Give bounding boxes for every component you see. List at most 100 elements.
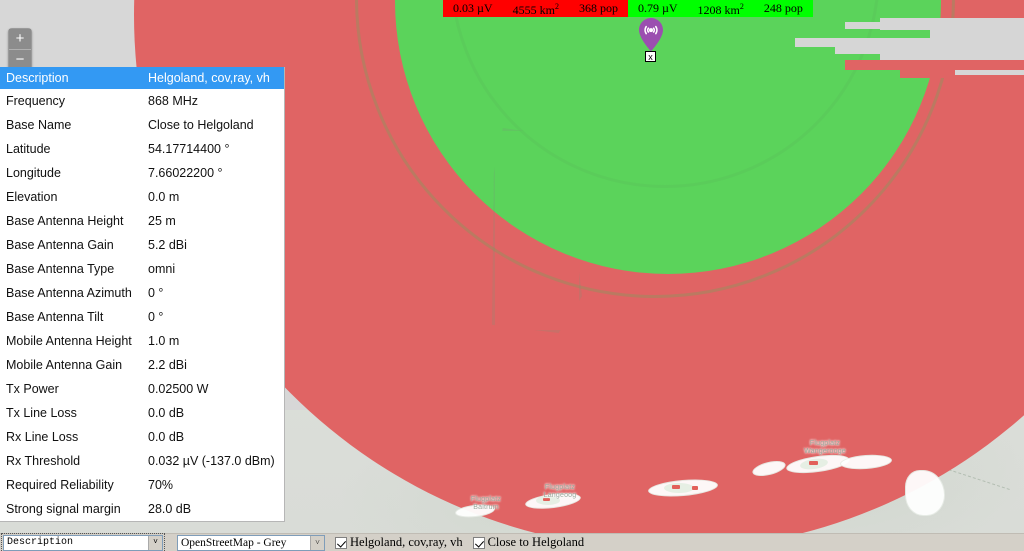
- legend-green-area: 1208 km2: [697, 2, 744, 17]
- map-island: [905, 470, 945, 516]
- site-info-key: Strong signal margin: [6, 502, 121, 516]
- map-airstrip-marker: [692, 486, 698, 490]
- site-info-value: 7.66022200 °: [148, 166, 223, 180]
- site-info-value: 0 °: [148, 310, 164, 324]
- site-info-row: Elevation 0.0 m: [0, 185, 284, 209]
- site-info-value: 0.0 dB: [148, 430, 185, 444]
- site-info-value: 0.0 m: [148, 190, 180, 204]
- site-info-row: Rx Threshold 0.032 µV (-137.0 dBm): [0, 449, 284, 473]
- layer-toggle-coverage-label: Helgoland, cov,ray, vh: [350, 535, 463, 549]
- site-info-key: Tx Line Loss: [6, 406, 77, 420]
- checkbox-icon[interactable]: [472, 536, 485, 549]
- site-info-row: Base Antenna Gain 5.2 dBi: [0, 233, 284, 257]
- legend-red-population: 368 pop: [578, 1, 618, 15]
- coverage-edge-step: [845, 22, 885, 29]
- application-window: Flugplatz Wangerooge Flugplatz Langeoog Fl…: [0, 0, 1024, 551]
- site-info-row: Rx Line Loss 0.0 dB: [0, 425, 284, 449]
- site-info-value: Close to Helgoland: [148, 118, 254, 132]
- site-info-table: Description Helgoland, cov,ray, vh Frequen…: [0, 67, 284, 521]
- coverage-edge-step: [835, 47, 1024, 54]
- site-info-key: Rx Line Loss: [6, 430, 79, 444]
- basemap-select[interactable]: OpenStreetMap - Grey ˅: [177, 534, 325, 551]
- site-info-value: 0.032 µV (-137.0 dBm): [148, 454, 275, 468]
- map-airstrip-marker: [543, 498, 550, 501]
- site-info-value: 1.0 m: [148, 334, 180, 348]
- chevron-down-icon: ˅: [148, 535, 162, 550]
- site-info-value: 868 MHz: [148, 94, 199, 108]
- site-info-key: Mobile Antenna Height: [6, 334, 132, 348]
- site-info-row: Base Antenna Height 25 m: [0, 209, 284, 233]
- site-info-row: Tx Line Loss 0.0 dB: [0, 401, 284, 425]
- site-info-header-row[interactable]: Description Helgoland, cov,ray, vh: [0, 67, 284, 89]
- map-airstrip-marker: [672, 485, 680, 489]
- attribute-select[interactable]: Description ˅: [1, 532, 165, 551]
- site-info-key: Elevation: [6, 190, 58, 204]
- legend-red-signal: 0.03 µV: [453, 1, 493, 15]
- site-info-key: Base Antenna Height: [6, 214, 124, 228]
- legend-segment-green[interactable]: 0.79 µV 1208 km2 248 pop: [627, 0, 813, 17]
- layer-toggle-site-label: Close to Helgoland: [487, 535, 585, 549]
- bottom-toolbar: Description ˅ OpenStreetMap - Grey ˅ Hel…: [0, 532, 1024, 551]
- site-info-value: omni: [148, 262, 176, 276]
- coverage-edge-step: [795, 38, 1024, 47]
- site-info-row: Base Antenna Type omni: [0, 257, 284, 281]
- coverage-legend-bar: 0.03 µV 4555 km2 368 pop 0.79 µV 1208 km…: [443, 0, 813, 17]
- site-info-value: 5.2 dBi: [148, 238, 187, 252]
- layer-toggle-coverage[interactable]: Helgoland, cov,ray, vh: [335, 535, 463, 550]
- coverage-edge-step: [930, 30, 1024, 38]
- site-info-value: 2.2 dBi: [148, 358, 187, 372]
- site-info-key: Tx Power: [6, 382, 59, 396]
- site-info-row: Latitude 54.17714400 °: [0, 137, 284, 161]
- site-info-value: 0.02500 W: [148, 382, 209, 396]
- site-info-row: Base Antenna Tilt 0 °: [0, 305, 284, 329]
- site-info-key: Longitude: [6, 166, 61, 180]
- site-info-row: Longitude 7.66022200 °: [0, 161, 284, 185]
- site-info-panel: Description Helgoland, cov,ray, vh Frequen…: [0, 67, 285, 522]
- site-info-key: Base Antenna Type: [6, 262, 115, 276]
- site-info-value: 0.0 dB: [148, 406, 185, 420]
- site-info-row: Base Name Close to Helgoland: [0, 113, 284, 137]
- map-airstrip-marker: [809, 461, 818, 465]
- site-info-key: Base Antenna Tilt: [6, 310, 104, 324]
- site-info-value: 0 °: [148, 286, 164, 300]
- site-info-key: Frequency: [6, 94, 66, 108]
- site-info-row: Base Antenna Azimuth 0 °: [0, 281, 284, 305]
- site-info-value: 70%: [148, 478, 174, 492]
- legend-red-area: 4555 km2: [512, 2, 559, 17]
- attribute-select-value: Description: [7, 537, 74, 548]
- marker-center-cross: x: [645, 51, 656, 62]
- site-info-row: Strong signal margin 28.0 dB: [0, 497, 284, 521]
- legend-green-signal: 0.79 µV: [637, 1, 678, 15]
- chevron-down-icon: ˅: [310, 535, 324, 550]
- site-info-row: Mobile Antenna Height 1.0 m: [0, 329, 284, 353]
- coverage-edge-step: [880, 18, 1024, 30]
- site-info-value: 25 m: [148, 214, 176, 228]
- site-info-row: Tx Power 0.02500 W: [0, 377, 284, 401]
- site-info-header-key: Description: [0, 67, 142, 89]
- legend-segment-red[interactable]: 0.03 µV 4555 km2 368 pop: [443, 0, 628, 17]
- site-info-value: 54.17714400 °: [148, 142, 230, 156]
- toolbar-filler: [590, 534, 1024, 551]
- site-info-key: Base Antenna Azimuth: [6, 286, 132, 300]
- site-info-row: Frequency 868 MHz: [0, 89, 284, 113]
- layer-toggle-site[interactable]: Close to Helgoland: [472, 535, 585, 550]
- legend-green-population: 248 pop: [763, 1, 803, 15]
- site-info-key: Mobile Antenna Gain: [6, 358, 123, 372]
- site-info-row: Required Reliability 70%: [0, 473, 284, 497]
- checkbox-icon[interactable]: [335, 536, 347, 549]
- map-canvas[interactable]: Flugplatz Wangerooge Flugplatz Langeoog Fl…: [0, 0, 1024, 533]
- site-info-key: Required Reliability: [6, 478, 114, 492]
- zoom-in-button[interactable]: +: [9, 29, 31, 50]
- coverage-edge-step-red: [845, 60, 1024, 70]
- site-info-key: Latitude: [6, 142, 51, 156]
- basemap-select-value: OpenStreetMap - Grey: [181, 536, 287, 549]
- map-zoom-controls: + −: [8, 28, 32, 72]
- site-info-header-value: Helgoland, cov,ray, vh: [142, 67, 284, 89]
- site-info-key: Rx Threshold: [6, 454, 81, 468]
- coverage-edge-step: [955, 70, 1024, 75]
- site-info-row: Mobile Antenna Gain 2.2 dBi: [0, 353, 284, 377]
- transmitter-marker-pin[interactable]: [639, 18, 663, 51]
- site-info-key: Base Name: [6, 118, 72, 132]
- site-info-key: Base Antenna Gain: [6, 238, 114, 252]
- site-info-value: 28.0 dB: [148, 502, 192, 516]
